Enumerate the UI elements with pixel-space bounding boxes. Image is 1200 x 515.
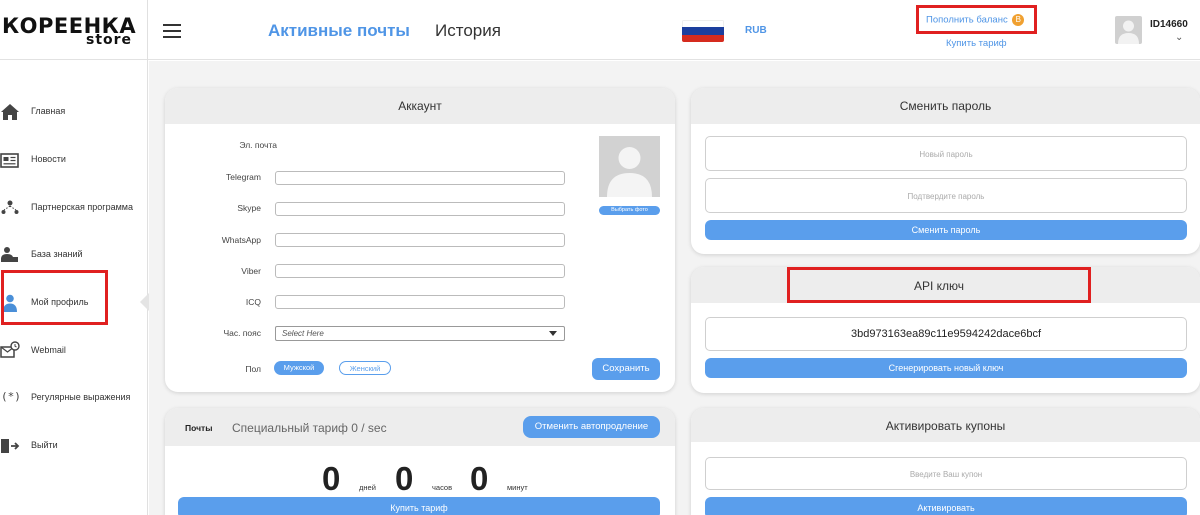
gender-label: Пол xyxy=(245,364,261,374)
sidebar-item-partner[interactable]: Партнерская программа xyxy=(0,188,147,228)
menu-icon[interactable] xyxy=(163,24,181,38)
caret-down-icon xyxy=(549,331,557,336)
sidebar: Главная Новости Партнерская программа Ба… xyxy=(0,60,149,515)
cancel-autorenew-button[interactable]: Отменить автопродление xyxy=(523,416,660,438)
activate-coupon-button[interactable]: Активировать xyxy=(705,497,1187,515)
icq-field[interactable] xyxy=(275,295,565,309)
logo[interactable]: КОРЕЕНКА store xyxy=(0,0,148,60)
api-key-card: API ключ 3bd973163ea89c11e9594242dace6bc… xyxy=(691,267,1200,393)
sidebar-item-home[interactable]: Главная xyxy=(0,92,147,132)
choose-photo-button[interactable]: Выбрать фото xyxy=(599,206,660,215)
sidebar-item-label: Главная xyxy=(31,106,66,116)
sidebar-item-label: Выйти xyxy=(31,440,58,450)
telegram-field[interactable] xyxy=(275,171,565,185)
timezone-label: Час. пояс xyxy=(223,328,261,338)
account-card: Аккаунт Эл. почта Telegram Skype WhatsAp… xyxy=(165,88,675,392)
skype-label: Skype xyxy=(237,203,261,213)
regex-icon: (*) xyxy=(1,390,21,403)
user-id[interactable]: ID14660 xyxy=(1150,19,1188,30)
app-root: КОРЕЕНКА store Активные почты История RU… xyxy=(0,0,1200,515)
profile-photo xyxy=(599,136,660,197)
change-password-button[interactable]: Сменить пароль xyxy=(705,220,1187,240)
generate-key-button[interactable]: Сгенерировать новый ключ xyxy=(705,358,1187,378)
whatsapp-label: WhatsApp xyxy=(221,235,261,245)
email-label: Эл. почта xyxy=(239,140,277,150)
hours-value: 0 xyxy=(395,460,414,497)
sidebar-item-label: База знаний xyxy=(31,249,83,259)
sidebar-item-label: Новости xyxy=(31,154,66,164)
topup-label: Пополнить баланс xyxy=(926,14,1008,26)
gender-male-option[interactable]: Мужской xyxy=(274,361,324,375)
buy-tariff-button[interactable]: Купить тариф xyxy=(178,497,660,515)
active-item-pointer xyxy=(140,293,149,311)
nav-history[interactable]: История xyxy=(435,21,501,41)
mail-tab[interactable]: Почты xyxy=(185,423,212,433)
hours-label: часов xyxy=(432,483,453,492)
webmail-icon xyxy=(0,341,20,358)
new-password-field[interactable]: Новый пароль xyxy=(705,136,1187,171)
top-bar: КОРЕЕНКА store Активные почты История RU… xyxy=(0,0,1200,60)
logout-icon xyxy=(1,439,20,453)
russia-flag-icon[interactable] xyxy=(682,20,724,42)
news-icon xyxy=(0,153,19,168)
minutes-value: 0 xyxy=(470,460,489,497)
days-label: дней xyxy=(359,483,376,492)
skype-field[interactable] xyxy=(275,202,565,216)
account-title: Аккаунт xyxy=(165,88,675,124)
bitcoin-icon: B xyxy=(1012,14,1025,26)
save-button[interactable]: Сохранить xyxy=(592,358,660,380)
api-key-value[interactable]: 3bd973163ea89c11e9594242dace6bcf xyxy=(705,317,1187,351)
change-password-card: Сменить пароль Новый пароль Подтвердите … xyxy=(691,88,1200,254)
tariff-text: Специальный тариф 0 / sec xyxy=(232,421,387,435)
home-icon xyxy=(1,104,19,120)
sidebar-item-logout[interactable]: Выйти xyxy=(0,426,147,466)
nav-active-emails[interactable]: Активные почты xyxy=(268,21,410,41)
topup-balance-link[interactable]: Пополнить баланс B xyxy=(916,5,1037,34)
sidebar-item-regex[interactable]: (*) Регулярные выражения xyxy=(0,378,147,418)
sidebar-item-webmail[interactable]: Webmail xyxy=(0,331,147,371)
sidebar-item-knowledge[interactable]: База знаний xyxy=(0,235,147,275)
minutes-label: минут xyxy=(507,483,528,492)
sidebar-item-label: Webmail xyxy=(31,345,66,355)
telegram-label: Telegram xyxy=(226,172,261,182)
timezone-value: Select Here xyxy=(282,329,324,338)
buy-tariff-link[interactable]: Купить тариф xyxy=(946,38,1007,49)
whatsapp-field[interactable] xyxy=(275,233,565,247)
main-content: Аккаунт Эл. почта Telegram Skype WhatsAp… xyxy=(149,61,1200,515)
sidebar-item-label: Партнерская программа xyxy=(31,202,133,212)
avatar[interactable] xyxy=(1115,16,1142,44)
sidebar-item-label: Регулярные выражения xyxy=(31,392,131,402)
timezone-select[interactable]: Select Here xyxy=(275,326,565,341)
active-item-highlight xyxy=(1,270,108,325)
currency-selector[interactable]: RUB xyxy=(745,25,767,36)
partner-icon xyxy=(1,200,19,214)
icq-label: ICQ xyxy=(245,297,261,307)
viber-label: Viber xyxy=(241,266,261,276)
confirm-password-field[interactable]: Подтвердите пароль xyxy=(705,178,1187,213)
gender-female-option[interactable]: Женский xyxy=(339,361,391,375)
knowledge-icon xyxy=(1,247,18,262)
logo-subtext: store xyxy=(86,32,133,48)
coupon-field[interactable]: Введите Ваш купон xyxy=(705,457,1187,490)
sidebar-item-news[interactable]: Новости xyxy=(0,140,147,180)
days-value: 0 xyxy=(322,460,341,497)
chevron-down-icon[interactable]: ⌄ xyxy=(1175,32,1183,43)
coupons-card: Активировать купоны Введите Ваш купон Ак… xyxy=(691,408,1200,515)
mail-tariff-card: Почты Специальный тариф 0 / sec Отменить… xyxy=(165,408,675,515)
change-password-title: Сменить пароль xyxy=(691,88,1200,124)
coupons-title: Активировать купоны xyxy=(691,408,1200,442)
user-placeholder-icon xyxy=(607,147,652,197)
viber-field[interactable] xyxy=(275,264,565,278)
api-key-title: API ключ xyxy=(787,267,1091,303)
